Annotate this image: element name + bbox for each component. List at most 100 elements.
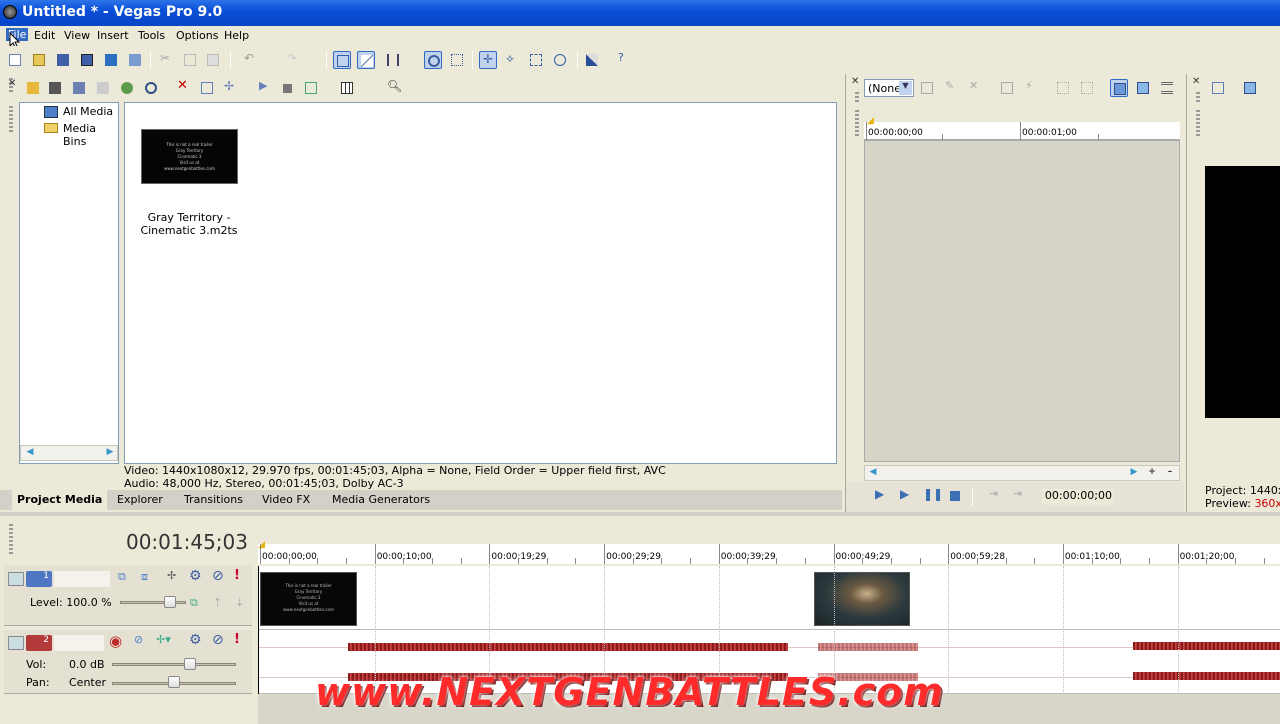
lock-envelopes-icon[interactable] [424,51,442,69]
ignore-grouping-icon[interactable] [448,51,466,69]
make-compositing-parent-icon[interactable]: ⇡ [213,596,222,609]
trimmer-text-icon[interactable] [918,79,936,97]
media-tags-icon[interactable]: ✢ [222,79,240,97]
media-fx-icon[interactable] [142,79,160,97]
trimmer-pen-icon[interactable]: ✎ [942,79,960,97]
track-motion-icon[interactable]: ⧉ [118,570,126,584]
mute-icon[interactable]: ⊘ [212,568,224,584]
tab-video-fx[interactable]: Video FX [262,493,310,506]
trimmer-select-icon[interactable] [1054,79,1072,97]
mute-icon[interactable]: ⊘ [212,632,224,648]
render-icon[interactable] [102,51,120,69]
stop-preview-icon[interactable] [278,79,296,97]
save-icon[interactable] [54,51,72,69]
trimmer-track-area[interactable] [864,140,1180,462]
paste-icon[interactable] [204,51,222,69]
track-settings-icon[interactable]: ⚙︎ [189,568,202,584]
trimmer-play-icon[interactable]: ▶ [896,487,914,505]
composite-child-icon[interactable]: ⧉ [190,596,198,610]
video-event-clip[interactable]: This is not a real trailer Gray Territor… [260,572,357,626]
timeline-ruler[interactable]: ◢ 00:00:00;00 00:00:10;00 00:00:19;29 00:00… [258,540,1280,564]
menu-help[interactable]: Help [224,29,249,42]
add-to-timeline-icon[interactable]: ⇥ [986,487,1004,505]
capture-video-icon[interactable] [46,79,64,97]
copy-icon[interactable] [181,51,199,69]
preset-dropdown[interactable]: (None ▼ [864,79,914,97]
search-media-icon[interactable]: 🔍︎ [385,79,403,97]
volume-slider-thumb[interactable] [184,658,196,670]
menu-insert[interactable]: Insert [97,29,129,42]
auto-preview-icon[interactable] [302,79,320,97]
scroll-left-icon[interactable]: ◀ [866,467,880,479]
track-fx-icon[interactable]: ✢▾ [156,633,171,646]
trimmer-monitor-icon[interactable] [1134,79,1152,97]
pan-slider-thumb[interactable] [168,676,180,688]
level-slider[interactable] [120,601,186,604]
redo-icon[interactable]: ↷ [285,51,303,69]
get-media-web-icon[interactable] [70,79,88,97]
trimmer-list-icon[interactable] [1158,79,1176,97]
make-compositing-child-icon[interactable]: ⇣ [235,596,244,609]
trimmer-stop-icon[interactable] [946,487,964,505]
trimmer-video-view-icon[interactable] [1110,79,1128,97]
arm-record-icon[interactable]: ◉ [109,632,122,650]
auto-ripple-icon[interactable] [384,51,402,69]
tab-explorer[interactable]: Explorer [117,493,163,506]
extract-audio-icon[interactable] [94,79,112,97]
save-as-icon[interactable] [78,51,96,69]
menu-edit[interactable]: Edit [34,29,55,42]
zoom-out-icon[interactable]: – [1163,467,1177,479]
solo-icon[interactable]: ! [234,568,240,583]
video-track-name-field[interactable] [54,571,110,587]
scroll-right-icon[interactable]: ▶ [103,447,117,459]
close-project-media-icon[interactable]: ✕ [8,78,16,89]
video-event-thumbnail[interactable] [814,572,910,626]
envelope-edit-tool-icon[interactable]: ⟡ [503,51,521,69]
trimmer-ruler[interactable]: ◢ 00:00:00;00 00:00:01;00 [864,116,1180,140]
track-minimize-icon[interactable] [8,572,24,586]
track-fx-icon[interactable]: ⧈ [141,570,148,584]
trimmer-save-icon[interactable] [998,79,1016,97]
cut-icon[interactable]: ✂ [158,51,176,69]
video-track-header[interactable]: 1 ⧉ ⧈ ✢ ⚙︎ ⊘ ! Level: 100.0 % ⧉ ⇡ ⇣ [4,566,252,626]
trimmer-pause-icon[interactable]: ❚❚ [920,487,943,505]
enable-snapping-icon[interactable] [333,51,351,69]
tree-item-media-bins[interactable]: Media Bins [63,122,118,148]
video-track-lane[interactable]: This is not a real trailer Gray Territor… [258,566,1280,630]
zoom-edit-tool-icon[interactable] [551,51,569,69]
close-trimmer-icon[interactable]: ✕ [851,76,859,87]
track-settings-icon[interactable]: ⚙︎ [189,632,202,648]
trimmer-scrollbar[interactable]: ◀ ▶ + – [864,465,1180,481]
clip-name[interactable]: Gray Territory - Cinematic 3.m2ts [139,211,239,237]
track-minimize-icon[interactable] [8,636,24,650]
audio-track-name-field[interactable] [54,635,104,651]
close-preview-icon[interactable]: ✕ [1192,76,1200,87]
trimmer-play-from-start-icon[interactable]: ▶ [872,487,890,505]
menu-options[interactable]: Options [176,29,218,42]
chevron-down-icon[interactable]: ▼ [899,81,912,95]
preview-properties-icon[interactable] [1209,79,1227,97]
audio-track-header[interactable]: 2 ◉ ⊘ ✢▾ ⚙︎ ⊘ ! Vol: 0.0 dB Pan: Center [4,630,252,694]
trimmer-fit-icon[interactable] [1078,79,1096,97]
level-slider-thumb[interactable] [164,596,176,608]
volume-slider[interactable] [112,663,236,666]
solo-icon[interactable]: ! [234,632,240,647]
remove-unused-icon[interactable] [118,79,136,97]
invert-phase-icon[interactable]: ⊘ [134,633,143,646]
tab-project-media[interactable]: Project Media [12,490,108,510]
composite-mode-icon[interactable]: ✢ [167,569,176,582]
scroll-left-icon[interactable]: ◀ [23,447,37,459]
zoom-in-icon[interactable]: + [1145,467,1159,479]
selection-edit-tool-icon[interactable] [527,51,545,69]
normal-edit-tool-icon[interactable]: ✛ [479,51,497,69]
playhead-cursor[interactable] [258,566,259,694]
tree-scrollbar[interactable]: ◀ ▶ [20,445,118,461]
clip-thumbnail[interactable]: This is not a real trailer Gray Territor… [141,129,238,184]
auto-crossfade-icon[interactable] [357,51,375,69]
open-icon[interactable] [30,51,48,69]
external-monitor-icon[interactable] [1241,79,1259,97]
views-icon[interactable] [338,79,356,97]
properties-media-icon[interactable] [198,79,216,97]
paint-tool-icon[interactable] [583,51,601,69]
import-media-icon[interactable] [24,79,42,97]
